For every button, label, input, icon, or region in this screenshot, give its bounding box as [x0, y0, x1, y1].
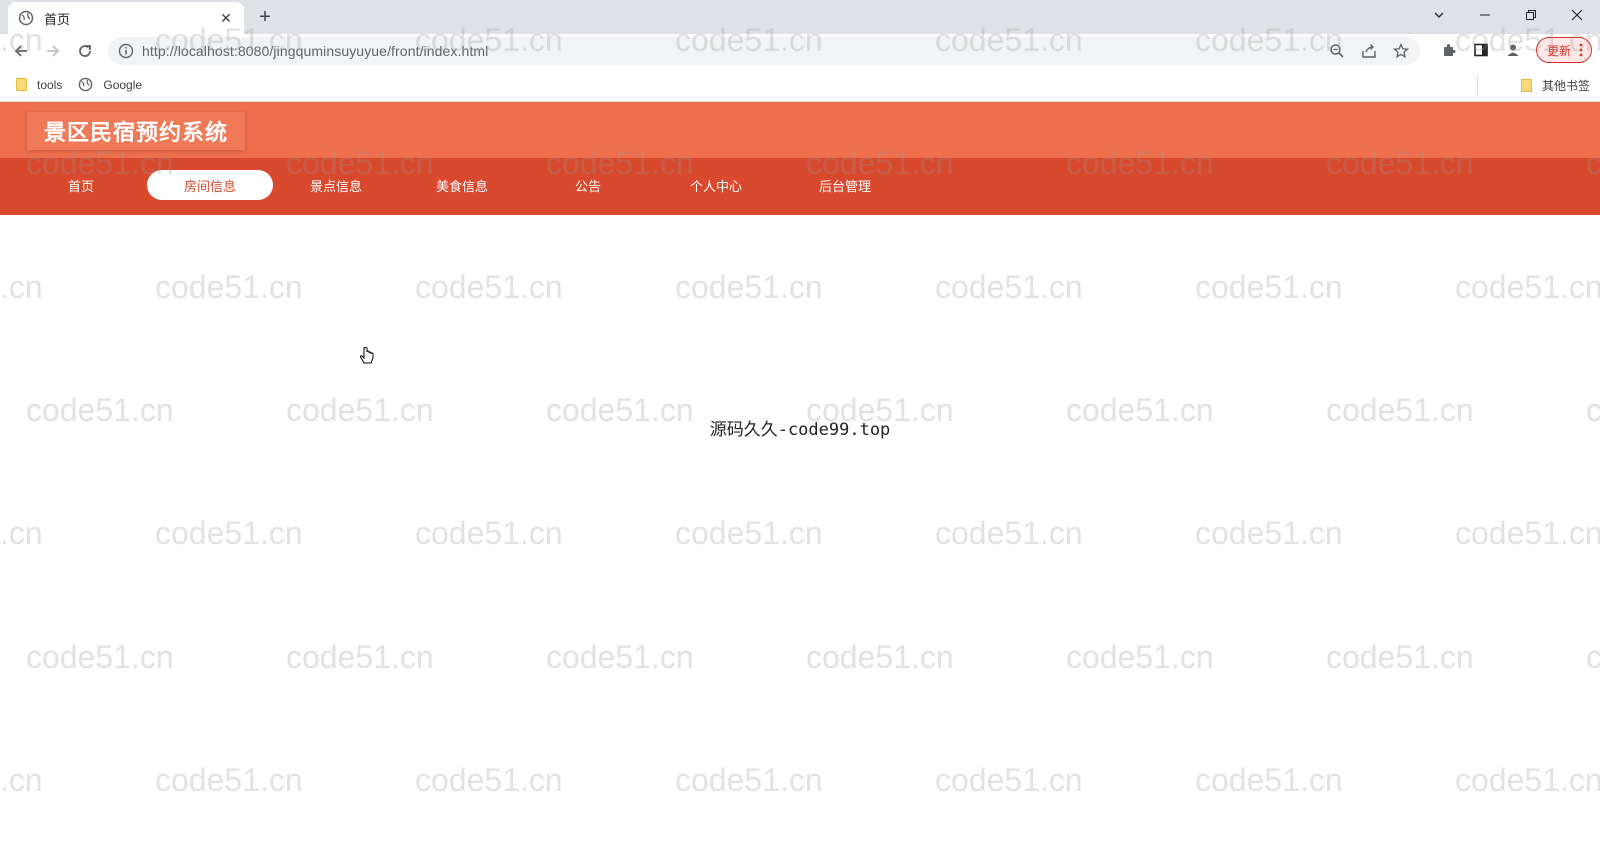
bookmarks-bar: tools Google 其他书签 [0, 68, 1600, 102]
nav-food[interactable]: 美食信息 [399, 170, 525, 200]
site-info-icon[interactable] [118, 43, 134, 59]
bookmark-label: tools [37, 77, 63, 92]
zoom-icon[interactable] [1328, 42, 1346, 60]
omnibox-actions [1328, 42, 1410, 60]
side-panel-icon[interactable] [1472, 41, 1490, 59]
main-content: 源码久久-code99.top [0, 215, 1600, 852]
tab-search-icon[interactable] [1416, 0, 1462, 30]
new-tab-button[interactable]: + [254, 6, 276, 28]
nav-attractions[interactable]: 景点信息 [273, 170, 399, 200]
share-icon[interactable] [1360, 42, 1378, 60]
back-button[interactable] [6, 36, 36, 66]
hand-cursor-icon [359, 346, 375, 372]
reload-button[interactable] [70, 36, 100, 66]
bookmark-separator [1477, 75, 1478, 95]
site-nav: 首页 房间信息 景点信息 美食信息 公告 个人中心 后台管理 [0, 158, 1600, 215]
globe-icon [78, 77, 93, 92]
nav-announcements[interactable]: 公告 [525, 170, 651, 200]
forward-button[interactable] [38, 36, 68, 66]
other-bookmarks[interactable]: 其他书签 [1520, 77, 1590, 94]
folder-icon [16, 78, 27, 91]
other-bookmarks-label: 其他书签 [1541, 79, 1590, 93]
bookmark-label: Google [103, 77, 143, 92]
nav-admin[interactable]: 后台管理 [782, 170, 908, 200]
bookmark-tools[interactable]: tools [16, 78, 62, 92]
update-label: 更新 [1546, 43, 1571, 58]
globe-icon [18, 10, 34, 26]
url-text: http://localhost:8080/jingquminsuyuyue/f… [142, 43, 489, 59]
bookmark-google[interactable]: Google [78, 77, 142, 92]
address-bar[interactable]: http://localhost:8080/jingquminsuyuyue/f… [108, 37, 1420, 65]
profile-icon[interactable] [1504, 41, 1522, 59]
star-icon[interactable] [1392, 42, 1410, 60]
browser-tab[interactable]: 首页 ✕ [8, 2, 244, 34]
window-controls [1416, 0, 1600, 30]
menu-dots-icon [1579, 43, 1583, 57]
tab-strip: 首页 ✕ + [0, 0, 1600, 34]
close-window-icon[interactable] [1554, 0, 1600, 30]
minimize-icon[interactable] [1462, 0, 1508, 30]
site-title: 景区民宿预约系统 [27, 112, 246, 150]
nav-room-info[interactable]: 房间信息 [147, 170, 273, 200]
restore-icon[interactable] [1508, 0, 1554, 30]
nav-home[interactable]: 首页 [18, 170, 144, 200]
tab-title: 首页 [44, 11, 71, 27]
update-button[interactable]: 更新 [1535, 37, 1592, 63]
close-tab-icon[interactable]: ✕ [218, 10, 234, 27]
browser-toolbar: http://localhost:8080/jingquminsuyuyue/f… [0, 34, 1600, 68]
toolbar-actions: 更新 [1440, 37, 1592, 63]
site-header: 景区民宿预约系统 [0, 102, 1600, 158]
center-text: 源码久久-code99.top [709, 420, 891, 440]
nav-personal-center[interactable]: 个人中心 [653, 170, 779, 200]
folder-icon [1520, 79, 1532, 92]
extensions-icon[interactable] [1440, 41, 1458, 59]
